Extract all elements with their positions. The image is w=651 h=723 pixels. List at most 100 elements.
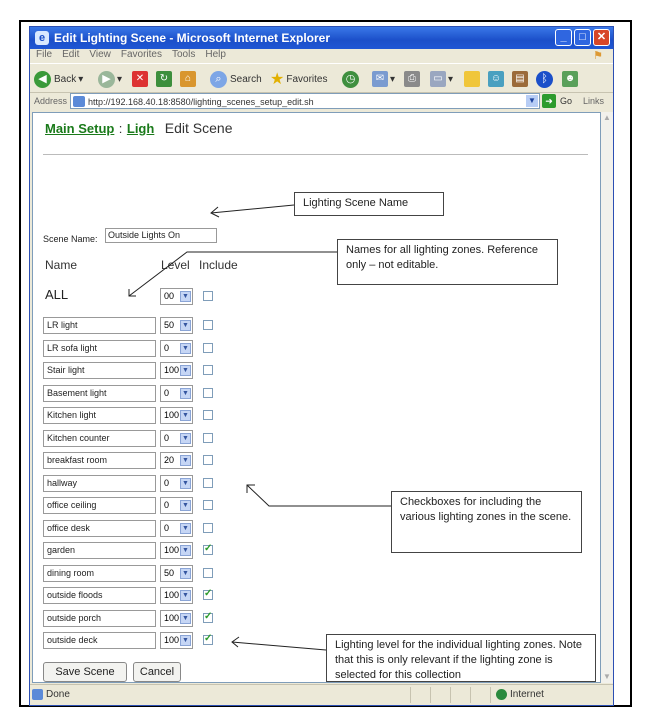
chevron-down-icon: ▼ <box>180 478 191 489</box>
address-dropdown-icon[interactable]: ▼ <box>526 95 538 107</box>
zone-include-checkbox[interactable] <box>203 388 213 398</box>
security-zone-label: Internet <box>510 689 544 700</box>
close-button[interactable]: ✕ <box>593 29 610 46</box>
figure-frame: e Edit Lighting Scene - Microsoft Intern… <box>19 20 632 707</box>
menu-file[interactable]: File <box>36 49 52 60</box>
zone-level-select[interactable]: 100 ▼ <box>160 632 193 649</box>
search-button[interactable]: ⌕ Search <box>210 70 262 88</box>
print-icon: ⎙ <box>404 71 420 87</box>
all-level-select[interactable]: 00 ▼ <box>160 288 193 305</box>
zone-level-select[interactable]: 100 ▼ <box>160 610 193 627</box>
cancel-button[interactable]: Cancel <box>133 662 181 682</box>
zone-level-select[interactable]: 100 ▼ <box>160 587 193 604</box>
go-arrow-icon[interactable]: ➜ <box>542 94 556 108</box>
address-input[interactable]: http://192.168.40.18:8580/lighting_scene… <box>70 93 540 109</box>
zone-level-select[interactable]: 100 ▼ <box>160 407 193 424</box>
refresh-button[interactable]: ↻ <box>156 70 172 88</box>
folder-icon <box>464 71 480 87</box>
breadcrumb-lighting-link[interactable]: Ligh <box>127 121 154 136</box>
zone-name-field: outside porch <box>43 610 156 627</box>
zone-level-value: 100 <box>164 613 180 623</box>
callout-checkboxes: Checkboxes for including the various lig… <box>391 491 582 553</box>
zone-level-select[interactable]: 0 ▼ <box>160 430 193 447</box>
scene-name-input[interactable]: Outside Lights On <box>105 228 217 243</box>
zone-include-checkbox[interactable] <box>203 523 213 533</box>
zone-include-checkbox[interactable]: ✓ <box>203 633 213 645</box>
zone-include-checkbox[interactable] <box>203 478 213 488</box>
zone-level-value: 0 <box>164 388 170 398</box>
contacts-button[interactable]: ☻ <box>562 70 578 88</box>
zone-level-select[interactable]: 50 ▼ <box>160 317 193 334</box>
zone-name-field: Basement light <box>43 385 156 402</box>
zone-level-select[interactable]: 0 ▼ <box>160 520 193 537</box>
mail-button[interactable]: ✉ ▾ <box>372 70 395 88</box>
stop-button[interactable]: ✕ <box>132 70 148 88</box>
menu-edit[interactable]: Edit <box>62 49 79 60</box>
save-scene-button[interactable]: Save Scene <box>43 662 127 682</box>
home-icon: ⌂ <box>180 71 196 87</box>
chevron-down-icon: ▾ <box>390 73 396 85</box>
history-icon: ◷ <box>342 70 359 88</box>
scroll-down-icon[interactable]: ▼ <box>601 671 613 683</box>
zone-level-select[interactable]: 0 ▼ <box>160 340 193 357</box>
forward-button[interactable]: ▶ ▾ <box>98 70 122 88</box>
title-bar: e Edit Lighting Scene - Microsoft Intern… <box>30 27 613 49</box>
zone-name-field: office ceiling <box>43 497 156 514</box>
all-zones-label: ALL <box>45 287 69 302</box>
breadcrumb-main-setup-link[interactable]: Main Setup <box>45 121 114 136</box>
maximize-button[interactable]: □ <box>574 29 591 46</box>
zone-level-select[interactable]: 100 ▼ <box>160 362 193 379</box>
edit-button[interactable]: ▭ ▾ <box>430 70 453 88</box>
minimize-button[interactable]: _ <box>555 29 572 46</box>
zone-include-checkbox[interactable] <box>203 500 213 510</box>
status-bar: Done Internet <box>30 684 613 706</box>
links-button[interactable]: Links <box>583 96 604 106</box>
zone-include-checkbox[interactable] <box>203 568 213 578</box>
arrowhead <box>210 206 220 218</box>
zone-include-checkbox[interactable] <box>203 365 213 375</box>
zone-level-value: 0 <box>164 343 170 353</box>
menu-favorites[interactable]: Favorites <box>121 49 162 60</box>
zone-include-checkbox[interactable] <box>203 455 213 465</box>
menu-help[interactable]: Help <box>205 49 226 60</box>
zone-level-value: 100 <box>164 410 180 420</box>
checkmark-icon: ✓ <box>204 611 213 622</box>
zone-include-checkbox[interactable] <box>203 320 213 330</box>
zone-include-checkbox[interactable] <box>203 343 213 353</box>
zone-level-select[interactable]: 50 ▼ <box>160 565 193 582</box>
divider <box>43 154 588 155</box>
vertical-scrollbar[interactable]: ▲ ▼ <box>601 112 613 683</box>
zone-level-select[interactable]: 0 ▼ <box>160 385 193 402</box>
zone-level-select[interactable]: 0 ▼ <box>160 497 193 514</box>
folder-button[interactable] <box>464 70 480 88</box>
zone-level-select[interactable]: 100 ▼ <box>160 542 193 559</box>
zone-name-field: office desk <box>43 520 156 537</box>
zone-level-select[interactable]: 0 ▼ <box>160 475 193 492</box>
zone-include-checkbox[interactable] <box>203 410 213 420</box>
history-button[interactable]: ◷ <box>342 70 359 88</box>
zone-include-checkbox[interactable]: ✓ <box>203 588 213 600</box>
print-button[interactable]: ⎙ <box>404 70 420 88</box>
address-label: Address <box>34 96 68 106</box>
zone-level-value: 100 <box>164 545 180 555</box>
zone-name-field: dining room <box>43 565 156 582</box>
research-button[interactable]: ▤ <box>512 70 528 88</box>
zone-include-checkbox[interactable]: ✓ <box>203 611 213 623</box>
scroll-up-icon[interactable]: ▲ <box>601 112 613 124</box>
zone-level-value: 100 <box>164 365 180 375</box>
zone-level-select[interactable]: 20 ▼ <box>160 452 193 469</box>
all-include-checkbox[interactable] <box>203 291 213 301</box>
menu-tools[interactable]: Tools <box>172 49 195 60</box>
chevron-down-icon: ▼ <box>180 590 191 601</box>
back-button[interactable]: ◀ Back ▾ <box>34 70 83 88</box>
home-button[interactable]: ⌂ <box>180 70 196 88</box>
go-button[interactable]: Go <box>560 96 572 106</box>
zone-include-checkbox[interactable]: ✓ <box>203 543 213 555</box>
menu-view[interactable]: View <box>89 49 111 60</box>
zone-include-checkbox[interactable] <box>203 433 213 443</box>
bluetooth-button[interactable]: ᛒ <box>536 70 553 88</box>
chevron-down-icon: ▼ <box>180 635 191 646</box>
chevron-down-icon: ▼ <box>180 343 191 354</box>
messenger-button[interactable]: ☺ <box>488 70 504 88</box>
favorites-button[interactable]: ★ Favorites <box>270 70 327 88</box>
